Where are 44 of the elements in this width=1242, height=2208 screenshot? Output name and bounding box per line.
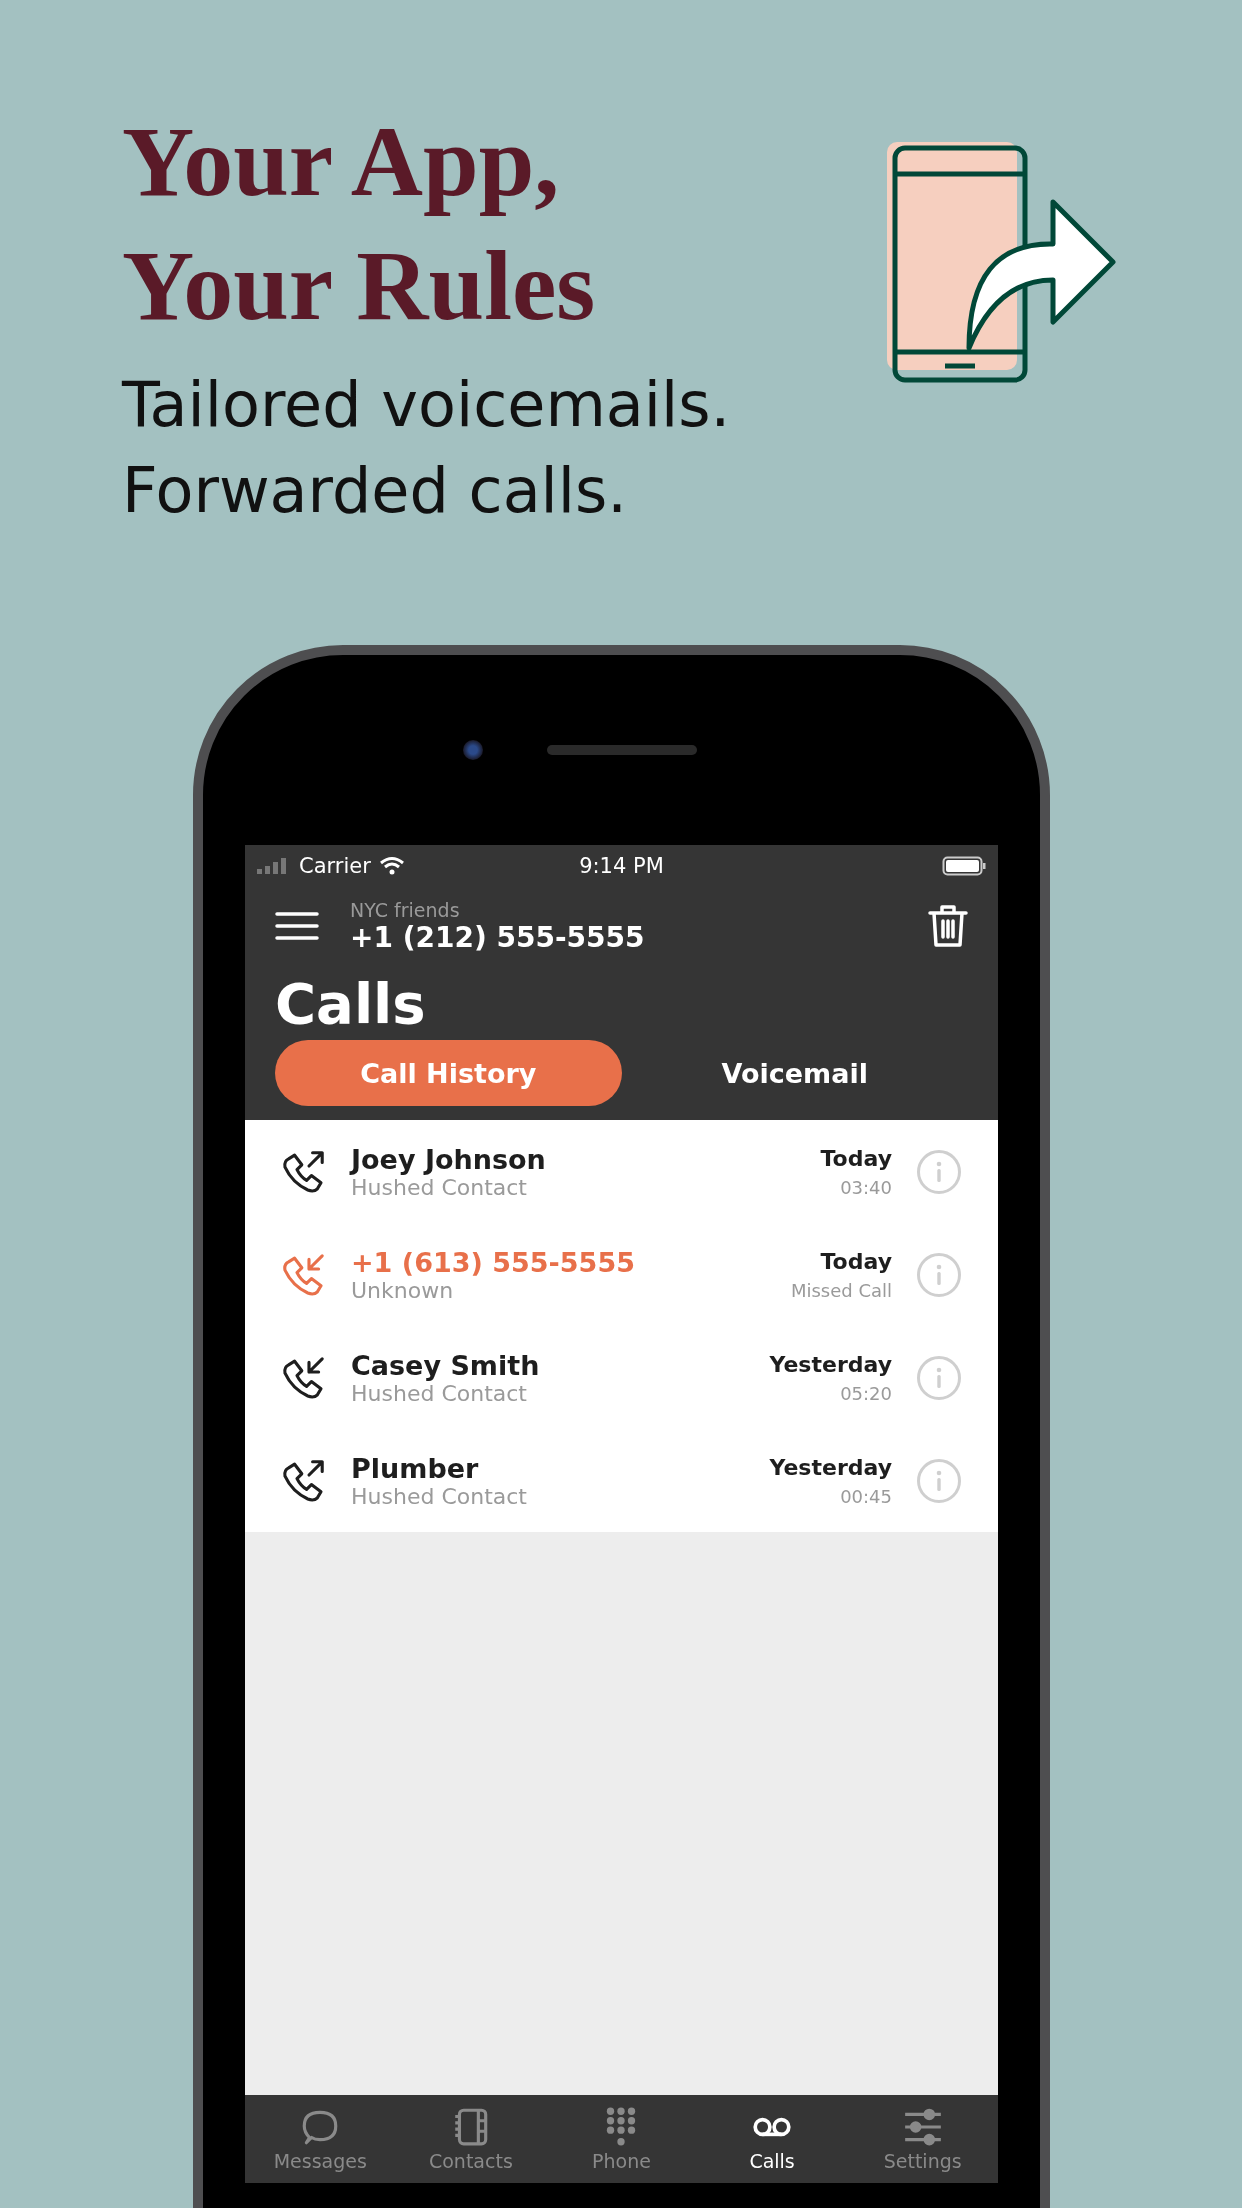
call-date: Today: [820, 1145, 892, 1171]
info-icon[interactable]: [916, 1457, 962, 1504]
tab-bar-item[interactable]: Contacts: [395, 2095, 547, 2183]
call-detail: 03:40: [840, 1176, 892, 1198]
info-icon[interactable]: [916, 1354, 962, 1401]
tab-bar-item[interactable]: Calls: [696, 2095, 848, 2183]
tab-bar-item[interactable]: Settings: [847, 2095, 998, 2183]
call-row[interactable]: Joey Johnson Hushed Contact Today 03:40: [245, 1120, 998, 1223]
tab-bar-item[interactable]: Messages: [245, 2095, 396, 2183]
subtitle-text: Tailored voicemails.: [122, 367, 731, 443]
wifi-icon: [378, 856, 405, 876]
account-number: +1 (212) 555-5555: [350, 920, 646, 954]
caller-type: Hushed Contact: [351, 1174, 527, 1200]
info-icon[interactable]: [916, 1251, 962, 1298]
caller-name: Casey Smith: [351, 1349, 541, 1381]
menu-icon[interactable]: [275, 911, 319, 941]
carrier-text: Carrier: [299, 854, 371, 878]
call-row[interactable]: Plumber Hushed Contact Yesterday 00:45: [245, 1429, 998, 1532]
trash-icon[interactable]: [928, 904, 968, 948]
account-label: NYC friends: [350, 898, 461, 921]
call-row[interactable]: Casey Smith Hushed Contact Yesterday 05:20: [245, 1326, 998, 1429]
caller-name: Joey Johnson: [351, 1143, 547, 1175]
clock-text: 9:14 PM: [579, 854, 664, 878]
camera-lens: [463, 740, 483, 760]
info-icon[interactable]: [916, 1148, 962, 1195]
tab-bar-item[interactable]: Phone: [546, 2095, 697, 2183]
caller-name: +1 (613) 555-5555: [351, 1246, 636, 1278]
call-detail: 05:20: [840, 1382, 892, 1404]
caller-type: Hushed Contact: [351, 1380, 528, 1406]
headline-text: Your Rules: [122, 229, 597, 343]
battery-icon: [942, 856, 986, 876]
call-detail: Missed Call: [790, 1279, 892, 1301]
page-title: Calls: [275, 971, 427, 1036]
headline-text: Your App,: [122, 105, 561, 219]
call-date: Yesterday: [769, 1351, 892, 1377]
caller-type: Hushed Contact: [351, 1483, 528, 1509]
call-detail: 00:45: [840, 1485, 892, 1507]
call-date: Yesterday: [769, 1454, 892, 1480]
subtitle-text: Forwarded calls.: [122, 453, 629, 529]
call-date: Today: [820, 1248, 892, 1274]
caller-type: Unknown: [351, 1277, 455, 1303]
call-row[interactable]: +1 (613) 555-5555 Unknown Today Missed Call: [245, 1223, 998, 1326]
caller-name: Plumber: [351, 1452, 480, 1484]
segment-tab[interactable]: Voicemail: [621, 1040, 968, 1106]
